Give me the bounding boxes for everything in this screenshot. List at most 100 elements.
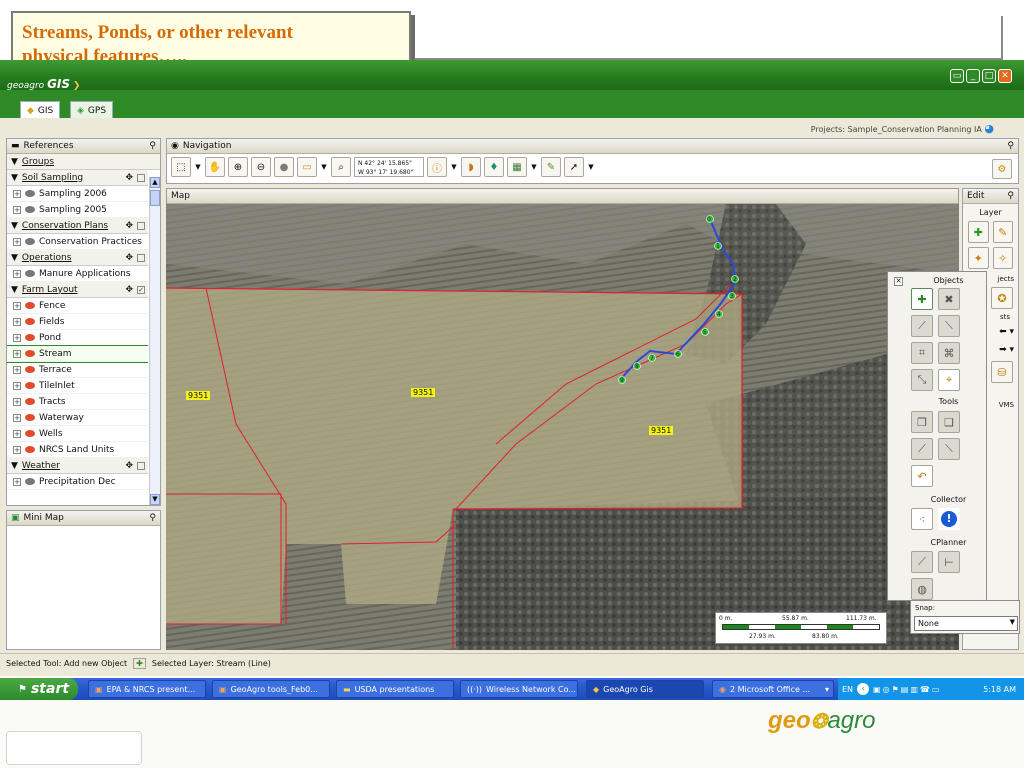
expand-icon[interactable]: + [13,365,21,374]
export-icon[interactable]: ⛁ [991,361,1013,383]
taskbar-item[interactable]: ▬ USDA presentations [336,680,454,698]
start-button[interactable]: ⚑ start [0,678,78,700]
expand-icon[interactable]: + [13,317,21,326]
taskbar-item[interactable]: ◉ 2 Microsoft Office ... ▾ [712,680,834,698]
expand-icon[interactable]: + [13,189,21,198]
taskbar-item[interactable]: ▣ GeoAgro tools_Feb0... [212,680,330,698]
layer-item[interactable]: + Fence [7,298,148,314]
close-button[interactable]: ✕ [998,69,1012,83]
pointer-icon[interactable]: ➚ [564,157,584,177]
expand-icon[interactable]: + [13,445,21,454]
table-icon[interactable]: ▦ [507,157,527,177]
settings-gear-icon[interactable]: ⚙ [992,159,1012,179]
pin-icon[interactable]: ⚲ [1007,191,1014,201]
scroll-up-icon[interactable]: ▲ [150,177,160,188]
expand-icon[interactable]: + [13,237,21,246]
group-settings-icon[interactable]: ✥ [125,253,133,263]
node-delete-icon[interactable]: ⌘ [938,342,960,364]
layer-item[interactable]: + Terrace [7,362,148,378]
maximize-button[interactable]: □ [982,69,996,83]
layer-tool-icon[interactable]: ✧ [992,247,1013,269]
globe-icon[interactable]: ● [274,157,294,177]
dropdown-arrow-icon[interactable]: ▼ [450,157,458,177]
scroll-thumb[interactable] [150,190,160,206]
zoom-in-icon[interactable]: ⊕ [228,157,248,177]
group-operations[interactable]: ▼ Operations ✥ [7,250,148,266]
node-edit-icon[interactable]: ⌗ [911,342,933,364]
gps-icon[interactable]: ♦ [484,157,504,177]
groups-header[interactable]: ▼ Groups [7,154,160,170]
snap-select[interactable]: None ▼ [914,616,1018,631]
minimize-button[interactable]: _ [966,69,980,83]
dropdown-arrow-icon[interactable]: ▼ [530,157,538,177]
coordinate-entry-icon[interactable]: ⌖ [938,369,960,391]
pin-icon[interactable]: ⚲ [149,513,156,523]
draw-practice-icon[interactable]: ⟋ [911,551,933,573]
split-object-icon[interactable]: ⟋ [911,315,933,337]
group-conservation-plans[interactable]: ▼ Conservation Plans ✥ [7,218,148,234]
add-object-icon[interactable]: ✚ [911,288,933,310]
expand-icon[interactable]: + [13,429,21,438]
pin-icon[interactable]: ⚲ [149,141,156,151]
scroll-down-icon[interactable]: ▼ [150,494,160,505]
layer-item[interactable]: + Wells [7,426,148,442]
close-icon[interactable]: ✕ [894,277,903,286]
expand-icon[interactable]: + [13,349,21,358]
practice-split-icon[interactable]: ⊢ [938,551,960,573]
layer-item[interactable]: + Pond [7,330,148,346]
group-settings-icon[interactable]: ✥ [125,461,133,471]
edit-layer-icon[interactable]: ✎ [992,221,1013,243]
dropdown-arrow-icon[interactable]: ▼ [194,157,202,177]
expand-icon[interactable]: + [13,301,21,310]
tab-gps[interactable]: ◈ GPS [70,101,114,118]
info-icon[interactable]: ⓘ [427,157,447,177]
ruler-clear-icon[interactable]: ⟍ [938,438,960,460]
link-icon[interactable]: ✎ [541,157,561,177]
group-checkbox[interactable] [137,461,145,470]
layer-item[interactable]: + Waterway [7,410,148,426]
layers-icon[interactable]: ◗ [461,157,481,177]
select-tool-icon[interactable]: ⬚ [171,157,191,177]
zoom-out-icon[interactable]: ⊖ [251,157,271,177]
group-settings-icon[interactable]: ✥ [125,221,133,231]
collect-point-icon[interactable]: ⁖ [911,508,933,530]
group-weather[interactable]: ▼ Weather ✥ [7,458,148,474]
group-checkbox-checked[interactable]: ✓ [137,285,145,294]
dropdown-arrow-icon[interactable]: ▼ [320,157,328,177]
merge-object-icon[interactable]: ⟍ [938,315,960,337]
restore-button[interactable]: ▭ [950,69,964,83]
layer-item[interactable]: + Precipitation Dec [7,474,148,490]
delete-object-icon[interactable]: ✖ [938,288,960,310]
map-canvas[interactable]: 0 1 2 3 4 5 6 7 8 9 9351 9351 9351 0 m. … [166,204,959,650]
language-indicator[interactable]: EN [842,685,853,694]
layer-item[interactable]: + NRCS Land Units [7,442,148,458]
layer-item[interactable]: + Sampling 2005 [7,202,148,218]
tab-gis[interactable]: ◆ GIS [20,101,61,118]
practice-settings-icon[interactable]: ◍ [911,578,933,600]
add-layer-icon[interactable]: ✚ [968,221,989,243]
group-farm-layout[interactable]: ▼ Farm Layout ✥ ✓ [7,282,148,298]
group-settings-icon[interactable]: ✥ [125,173,133,183]
expand-icon[interactable]: + [13,381,21,390]
taskbar-item[interactable]: ((·)) Wireless Network Co... [460,680,578,698]
layer-item[interactable]: + Manure Applications [7,266,148,282]
group-checkbox[interactable] [137,253,145,262]
layer-item[interactable]: + Conservation Practices [7,234,148,250]
group-settings-icon[interactable]: ✥ [125,285,133,295]
expand-icon[interactable]: + [13,413,21,422]
pan-hand-icon[interactable]: ✋ [205,157,225,177]
expand-icon[interactable]: + [13,333,21,342]
layer-item[interactable]: + TileInlet [7,378,148,394]
aerial-map-svg[interactable]: 0 1 2 3 4 5 6 7 8 9 [166,204,959,650]
paste-icon[interactable]: ❏ [938,411,960,433]
tray-icons[interactable]: ▣◎⚑▤▥☎▭ [873,685,941,694]
taskbar-item-active[interactable]: ◆ GeoAgro Gis [586,680,704,698]
dropdown-arrow-icon[interactable]: ▼ [587,157,595,177]
chevron-down-icon[interactable]: ▼ [1010,618,1015,626]
ruler-icon[interactable]: ⟋ [911,438,933,460]
expand-icon[interactable]: + [13,477,21,486]
measure-icon[interactable]: ▭ [297,157,317,177]
group-checkbox[interactable] [137,221,145,230]
undo-icon[interactable]: ↶ [911,465,933,487]
taskbar-item[interactable]: ▣ EPA & NRCS present... [88,680,206,698]
